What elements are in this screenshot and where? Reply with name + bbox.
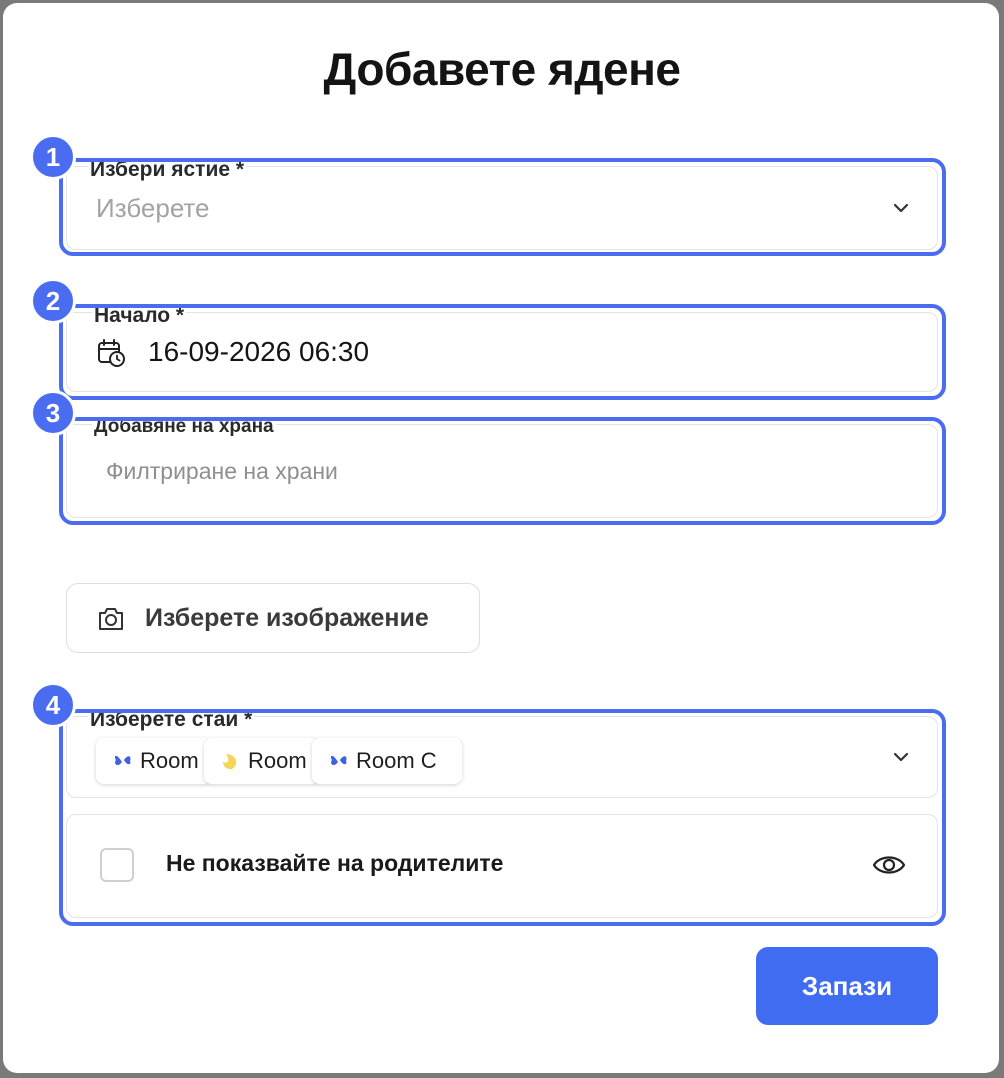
save-button[interactable]: Запази xyxy=(756,947,938,1025)
page-title: Добавете ядене xyxy=(323,43,681,95)
highlight-box xyxy=(59,158,946,256)
step-badge: 4 xyxy=(30,682,76,728)
step-badge: 3 xyxy=(30,390,76,436)
choose-image-button[interactable]: Изберете изображение xyxy=(66,583,480,653)
highlight-box xyxy=(59,709,946,926)
highlight-box xyxy=(59,304,946,400)
step-badge: 2 xyxy=(30,278,76,324)
highlight-box xyxy=(59,417,946,525)
step-badge: 1 xyxy=(30,134,76,180)
choose-image-label: Изберете изображение xyxy=(145,604,429,632)
camera-icon xyxy=(99,608,123,630)
